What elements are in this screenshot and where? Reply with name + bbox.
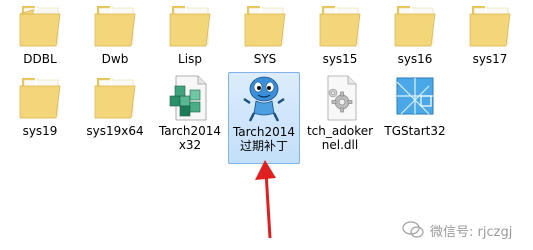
folder-icon (469, 6, 511, 47)
file-tch-adokernel-dll[interactable]: tch_adokernel.dll (305, 72, 375, 164)
folder-icon (19, 78, 61, 119)
item-label: sys16 (397, 52, 433, 66)
folder-icon (94, 78, 136, 119)
watermark: 微信号: rjczgj (402, 218, 512, 242)
dll-gear-icon (327, 75, 357, 121)
folder-icon (394, 6, 436, 47)
folder-sys19[interactable]: sys19 (5, 72, 75, 164)
item-label: sys19x64 (86, 124, 144, 138)
item-label: tch_adokernel.dll (306, 124, 374, 152)
folder-icon (244, 6, 286, 47)
item-label: Lisp (178, 52, 202, 66)
registry-file-icon (169, 75, 207, 121)
item-label: Tarch2014过期补丁 (232, 125, 296, 153)
wechat-icon (402, 221, 424, 238)
item-label: Dwb (101, 52, 129, 66)
alien-mascot-icon (243, 76, 285, 122)
folder-icon (19, 6, 61, 47)
red-arrow-annotation (255, 160, 276, 239)
item-label: sys19 (22, 124, 58, 138)
folder-icon (319, 6, 361, 47)
item-label: TGStart32 (384, 124, 446, 138)
watermark-text: 微信号: rjczgj (430, 224, 513, 240)
folder-sys17[interactable]: sys17 (455, 0, 525, 92)
item-label: sys17 (472, 52, 508, 66)
item-label: sys15 (322, 52, 358, 66)
item-label: DDBL (23, 52, 57, 66)
blueprint-app-icon (396, 77, 434, 115)
folder-icon (169, 6, 211, 47)
file-tarch2014x32[interactable]: Tarch2014x32 (155, 72, 225, 164)
folder-sys19x64[interactable]: sys19x64 (80, 72, 150, 164)
app-tgstart32[interactable]: TGStart32 (380, 72, 450, 164)
folder-icon (94, 6, 136, 47)
item-label: SYS (253, 52, 277, 66)
item-label: Tarch2014x32 (158, 124, 222, 152)
